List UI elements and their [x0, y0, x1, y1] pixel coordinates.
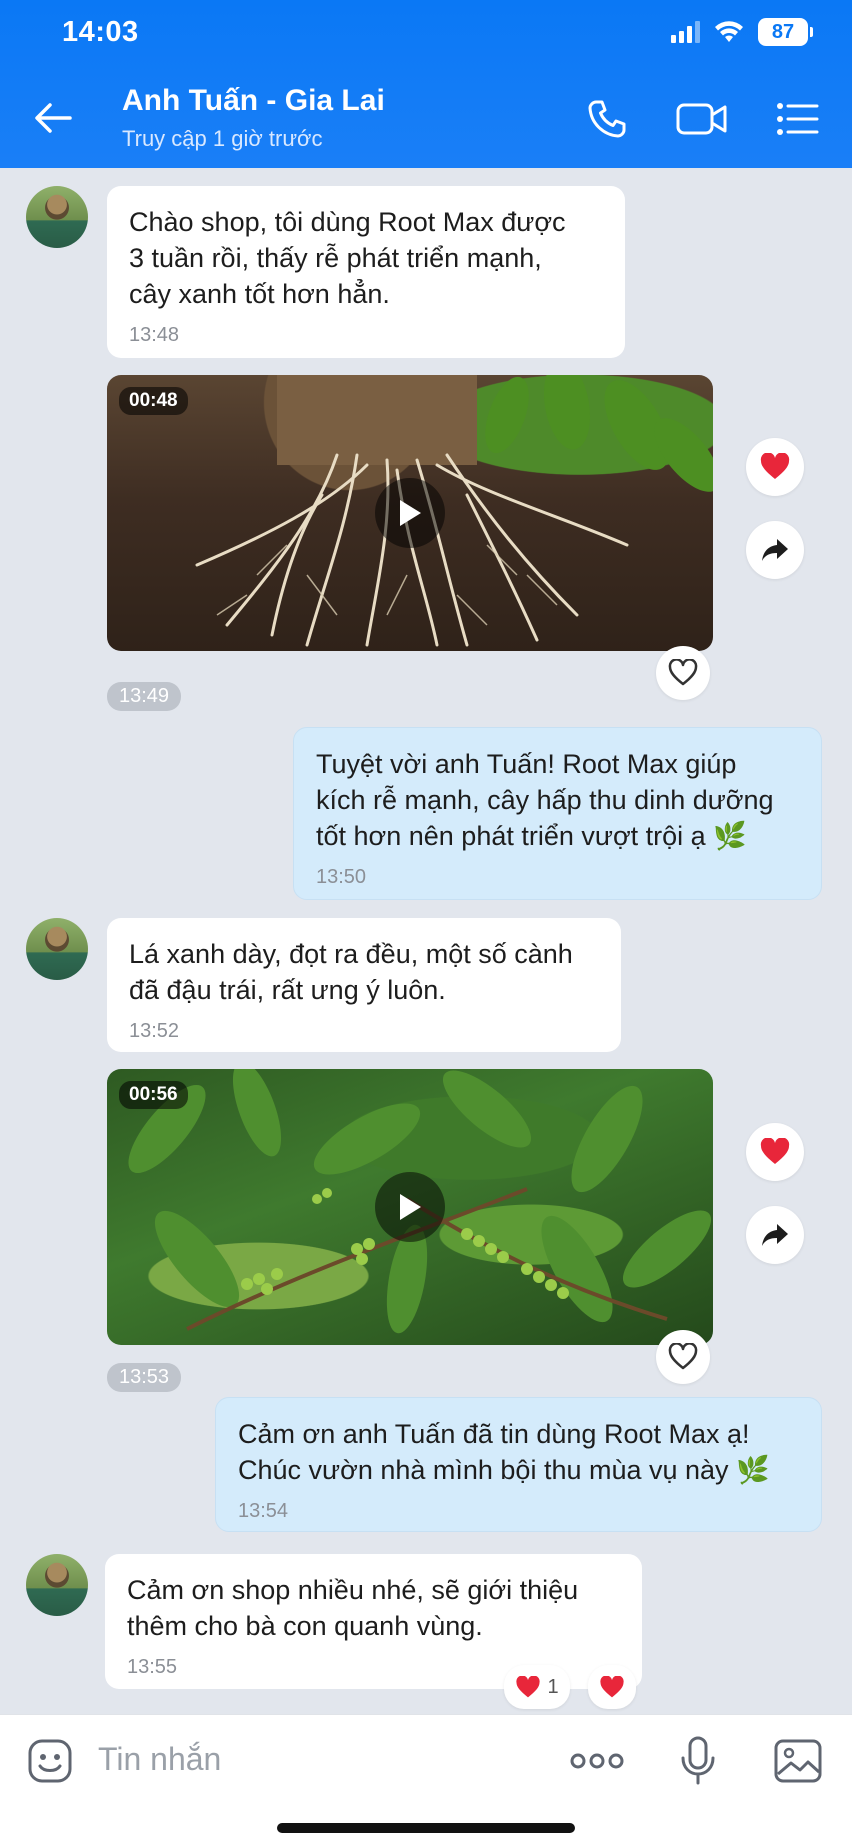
microphone-icon: [681, 1736, 715, 1785]
message-text: Tuyệt vời anh Tuấn! Root Max giúp kích r…: [316, 749, 774, 851]
video-time: 13:49: [107, 682, 182, 711]
heart-icon: [760, 1138, 790, 1164]
status-time: 14:03: [62, 16, 139, 48]
message-time: 13:50: [316, 866, 367, 888]
reaction-count: 1: [547, 1675, 559, 1698]
wifi-icon: [715, 21, 743, 42]
voice-message-button[interactable]: [672, 1735, 724, 1787]
photo-button[interactable]: [772, 1735, 824, 1787]
back-button[interactable]: [28, 96, 78, 140]
heart-outline-icon: [668, 659, 698, 686]
contact-name[interactable]: Anh Tuấn - Gia Lai: [122, 84, 385, 118]
sticker-smile-icon: [28, 1739, 72, 1783]
video-message[interactable]: 00:56: [107, 1069, 713, 1345]
arrow-left-icon: [35, 103, 72, 133]
forward-button[interactable]: [746, 1206, 804, 1264]
contact-avatar[interactable]: [26, 918, 88, 980]
play-button[interactable]: [375, 478, 445, 548]
message-text: Cảm ơn anh Tuấn đã tin dùng Root Max ạ! …: [238, 1419, 770, 1485]
incoming-message[interactable]: Chào shop, tôi dùng Root Max được 3 tuần…: [107, 186, 625, 358]
battery-indicator: 87: [758, 18, 813, 46]
heart-outline-icon: [668, 1343, 698, 1370]
status-icons: 87: [671, 18, 813, 46]
contact-last-seen: Truy cập 1 giờ trước: [122, 126, 323, 151]
video-message[interactable]: 00:48: [107, 375, 713, 651]
react-heart-button[interactable]: [746, 1123, 804, 1181]
video-time: 13:53: [107, 1363, 182, 1392]
list-menu-icon: [777, 103, 819, 135]
video-camera-icon: [676, 103, 727, 135]
share-arrow-icon: [762, 1224, 788, 1246]
play-icon: [400, 1194, 421, 1220]
forward-button[interactable]: [746, 521, 804, 579]
phone-icon: [588, 100, 626, 138]
message-text: Lá xanh dày, đọt ra đều, một số cành đã …: [129, 939, 573, 1005]
message-time: 13:54: [238, 1500, 289, 1522]
heart-icon: [600, 1675, 624, 1697]
contact-avatar[interactable]: [26, 1554, 88, 1616]
voice-call-button[interactable]: [582, 94, 632, 144]
home-indicator: [277, 1823, 575, 1833]
message-time: 13:52: [129, 1020, 180, 1042]
incoming-message[interactable]: Lá xanh dày, đọt ra đều, một số cành đã …: [107, 918, 621, 1052]
image-gallery-icon: [774, 1739, 822, 1783]
outgoing-message[interactable]: Cảm ơn anh Tuấn đã tin dùng Root Max ạ! …: [215, 1397, 822, 1532]
video-duration: 00:48: [119, 387, 188, 415]
message-time: 13:48: [129, 324, 180, 346]
emoji-button[interactable]: [24, 1735, 76, 1787]
react-heart-button[interactable]: [746, 438, 804, 496]
contact-avatar[interactable]: [26, 186, 88, 248]
heart-icon: [760, 453, 790, 479]
message-text: Cảm ơn shop nhiều nhé, sẽ giới thiệu thê…: [127, 1575, 579, 1641]
play-icon: [400, 500, 421, 526]
chat-menu-button[interactable]: [772, 94, 822, 144]
reaction-summary[interactable]: 1: [504, 1665, 570, 1709]
like-button[interactable]: [656, 1330, 710, 1384]
play-button[interactable]: [375, 1172, 445, 1242]
react-heart-button[interactable]: [588, 1665, 636, 1709]
message-text: Chào shop, tôi dùng Root Max được 3 tuần…: [129, 207, 566, 309]
share-arrow-icon: [762, 539, 788, 561]
message-input[interactable]: Tin nhắn: [98, 1741, 221, 1778]
video-duration: 00:56: [119, 1081, 188, 1109]
signal-icon: [671, 21, 700, 43]
outgoing-message[interactable]: Tuyệt vời anh Tuấn! Root Max giúp kích r…: [293, 727, 822, 900]
more-dots-icon: [570, 1753, 624, 1769]
like-button[interactable]: [656, 646, 710, 700]
video-call-button[interactable]: [674, 94, 730, 144]
chat-header: 14:03 87 Anh Tuấn - Gia Lai Truy cập 1 g…: [0, 0, 852, 168]
heart-icon: [516, 1675, 541, 1697]
more-options-button[interactable]: [570, 1735, 624, 1787]
